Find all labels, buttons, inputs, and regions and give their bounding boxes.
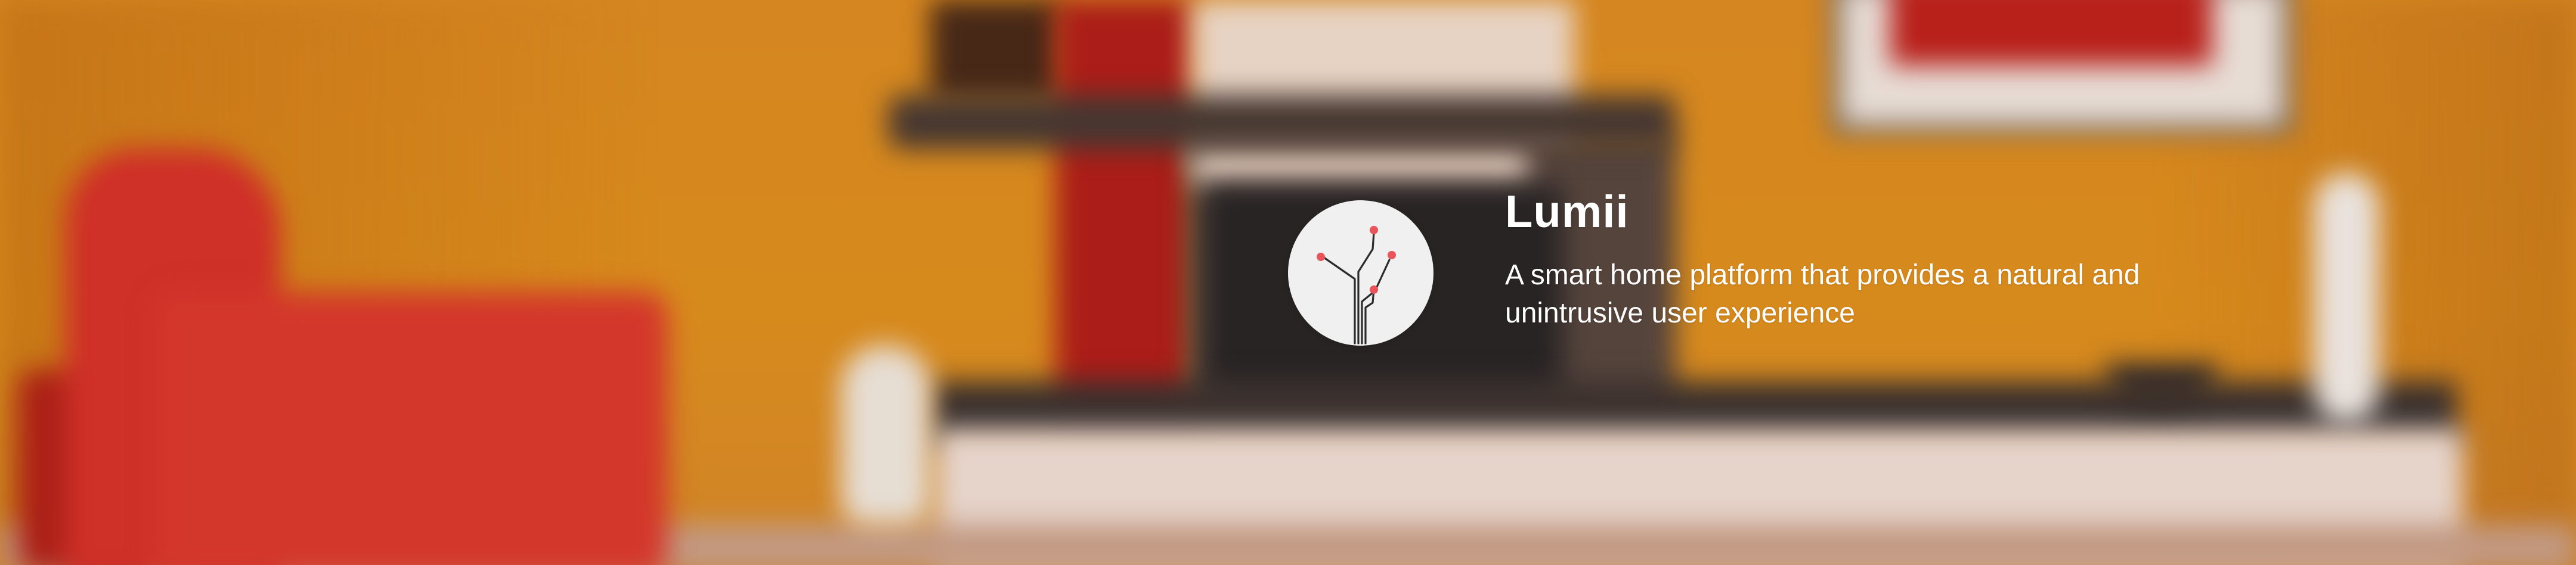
circuit-tree-icon [1288,200,1433,346]
app-title: Lumii [1505,187,1629,237]
app-tagline: A smart home platform that provides a na… [1505,259,2140,329]
logo-graphic [1317,226,1396,344]
brand-text: Lumii A smart home platform that provide… [1505,190,2173,333]
brand-header: Lumii A smart home platform that provide… [1288,190,2173,346]
